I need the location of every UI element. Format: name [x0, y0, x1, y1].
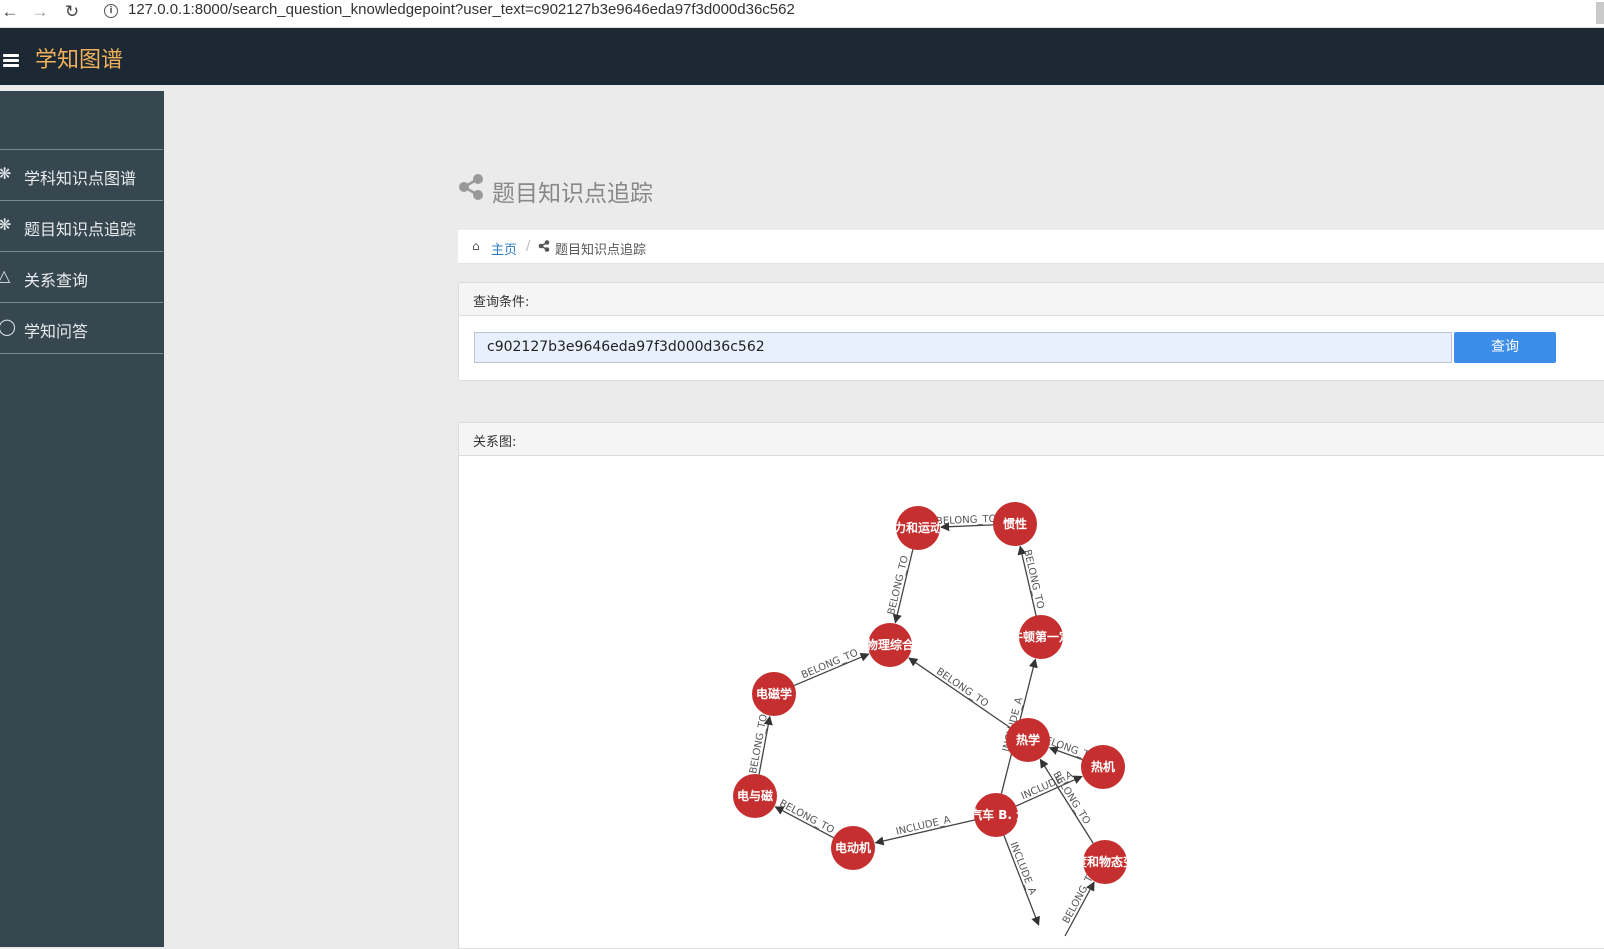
graph-node[interactable]: 电动机 [831, 826, 875, 870]
sidebar-item-qa[interactable]: ◯ 学知问答 [0, 302, 163, 354]
browser-address-bar: ← → ↻ i 127.0.0.1:8000/search_question_k… [0, 0, 1604, 28]
forward-icon[interactable]: → [30, 2, 50, 22]
brand-title[interactable]: 学知图谱 [35, 42, 123, 74]
sidebar-item-label: 学知问答 [24, 322, 89, 341]
graph-node-label: 力和运动 [894, 520, 942, 535]
sidebar-item-label: 关系查询 [24, 271, 89, 290]
home-icon[interactable]: ⌂ [472, 239, 480, 253]
graph-edge [908, 657, 1011, 729]
graph-node-label: 热机 [1091, 759, 1115, 774]
menu-toggle-icon[interactable] [3, 54, 19, 67]
page-title-text: 题目知识点追踪 [492, 181, 653, 207]
breadcrumb-current: 题目知识点追踪 [555, 243, 647, 258]
atom-icon: ❋ [0, 215, 12, 234]
search-button[interactable]: 查询 [1454, 332, 1556, 363]
graph-panel: 关系图: BELONG_TO BELONG_TO BELONG_TO BELONG_T… [458, 422, 1604, 949]
share-icon [459, 174, 483, 200]
top-navbar: 学知图谱 [0, 28, 1604, 85]
sidebar-item-label: 题目知识点追踪 [24, 220, 137, 239]
relation-graph[interactable]: BELONG_TO BELONG_TO BELONG_TO BELONG_TO BELO… [459, 456, 1604, 948]
sidebar-item-subject-graph[interactable]: ❋ 学科知识点图谱 [0, 149, 163, 200]
graph-node[interactable]: 牛顿第一定 [1011, 615, 1071, 659]
graph-node[interactable]: 惯性 [993, 502, 1037, 546]
graph-edge-label: BELONG_TO [886, 554, 911, 615]
atom-icon: ❋ [0, 164, 12, 183]
graph-node[interactable]: 热学 [1006, 718, 1050, 762]
graph-edge-label: INCLUDE_A [895, 814, 952, 837]
graph-edge-label: BELONG_TO [934, 666, 990, 709]
graph-node[interactable]: 温度和物态变化 [1063, 840, 1147, 884]
drive-icon: △ [0, 266, 11, 285]
sidebar-item-question-tracking[interactable]: ❋ 题目知识点追踪 [0, 200, 163, 251]
query-panel: 查询条件: c902127b3e9646eda97f3d000d36c562 查… [458, 282, 1604, 381]
graph-node-label: 电磁学 [756, 686, 792, 701]
sidebar: ❋ 学科知识点图谱 ❋ 题目知识点追踪 △ 关系查询 ◯ 学知问答 [0, 91, 164, 947]
graph-edge-label: BELONG_TO [748, 713, 770, 775]
chat-icon: ◯ [0, 317, 16, 336]
scrollbar[interactable] [1596, 2, 1604, 24]
graph-edge-label: BELONG_TO [777, 798, 836, 836]
graph-node[interactable]: 物理综合 [866, 623, 915, 667]
graph-node-label: 物理综合 [866, 637, 915, 652]
graph-node[interactable]: 电与磁 [733, 774, 777, 818]
graph-node-label: 热学 [1016, 732, 1040, 747]
graph-node-label: 电与磁 [737, 788, 773, 803]
graph-node-label: 惯性 [1003, 516, 1027, 531]
breadcrumb-home-link[interactable]: 主页 [491, 239, 517, 258]
graph-node[interactable]: 力和运动 [894, 506, 942, 550]
breadcrumb-separator: / [526, 239, 531, 254]
info-icon[interactable]: i [104, 4, 118, 18]
graph-node-label: 牛顿第一定 [1011, 629, 1071, 644]
back-icon[interactable]: ← [0, 2, 20, 22]
sidebar-item-relation-query[interactable]: △ 关系查询 [0, 251, 163, 302]
reload-icon[interactable]: ↻ [62, 2, 82, 22]
graph-edge-label: BELONG_TO [800, 648, 860, 682]
sidebar-item-label: 学科知识点图谱 [24, 169, 137, 188]
share-icon [538, 240, 550, 252]
query-panel-header: 查询条件: [459, 283, 1604, 316]
graph-node[interactable]: 电磁学 [752, 672, 796, 716]
graph-node-label: 电动机 [835, 840, 871, 855]
graph-edge-label: BELONG_TO [1021, 549, 1045, 611]
graph-node-label: A. 汽车 B. 汽车 [952, 807, 1040, 822]
query-panel-title: 查询条件: [473, 295, 530, 310]
graph-node-label: 温度和物态变化 [1063, 854, 1147, 869]
breadcrumb: ⌂ 主页 / 题目知识点追踪 [458, 230, 1604, 264]
search-input[interactable]: c902127b3e9646eda97f3d000d36c562 [474, 332, 1452, 363]
graph-panel-header: 关系图: [459, 423, 1604, 456]
graph-panel-title: 关系图: [473, 435, 517, 450]
graph-node[interactable]: 热机 [1081, 745, 1125, 789]
url-field[interactable]: 127.0.0.1:8000/search_question_knowledge… [128, 1, 795, 18]
graph-edge-label: INCLUDE_A [1007, 841, 1037, 897]
